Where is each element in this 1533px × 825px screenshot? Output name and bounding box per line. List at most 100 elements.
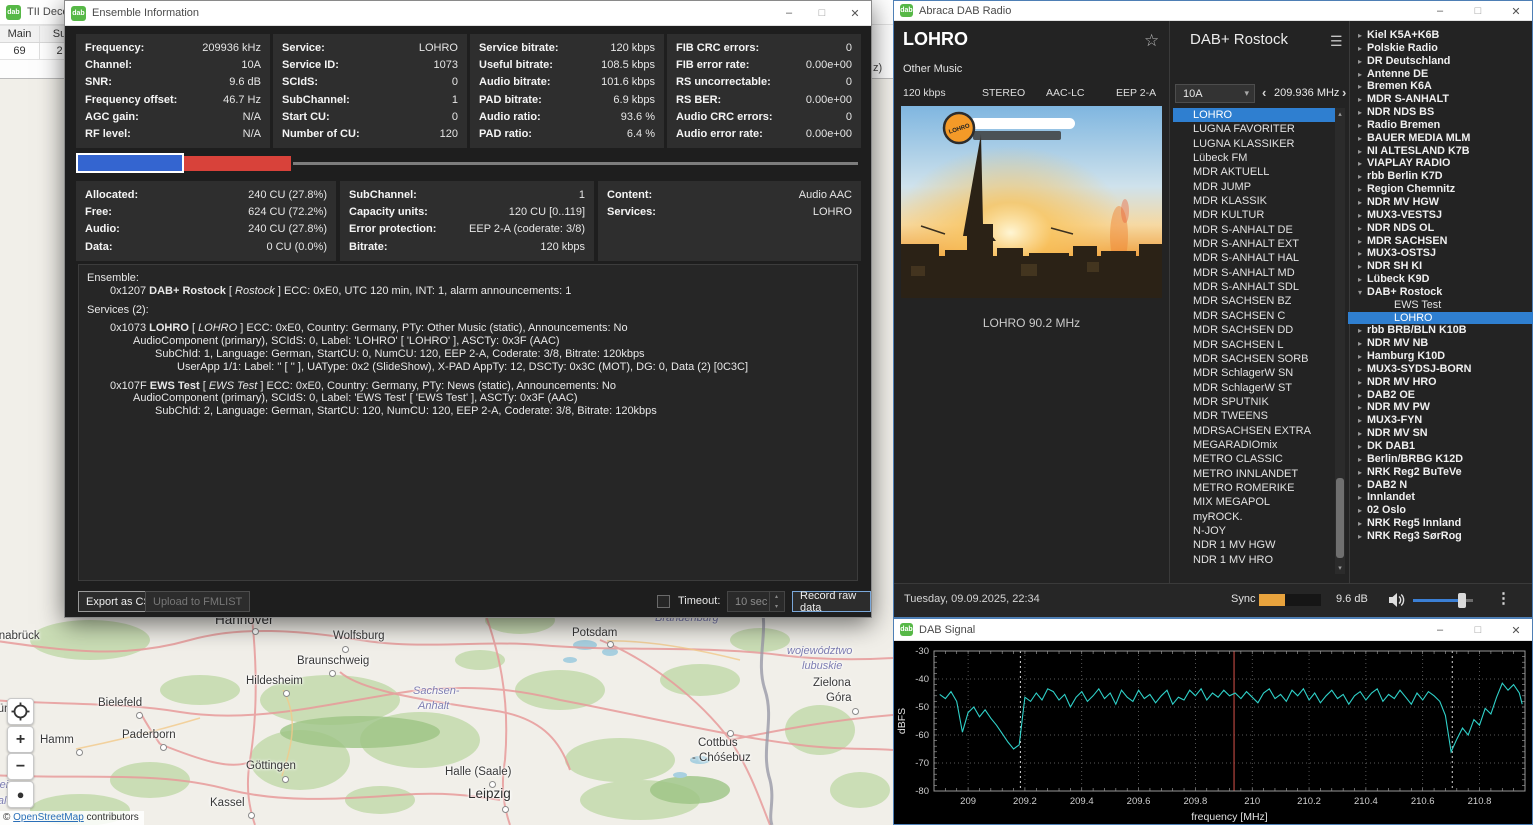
tree-item[interactable]: ▸BAUER MEDIA MLM bbox=[1353, 132, 1533, 145]
speaker-icon[interactable] bbox=[1388, 592, 1405, 613]
tree-item[interactable]: ▸rbb BRB/BLN K10B bbox=[1353, 324, 1533, 337]
tree-item[interactable]: ▸NI ALTESLAND K7B bbox=[1353, 145, 1533, 158]
record-raw-data-button[interactable]: Record raw data bbox=[792, 591, 871, 612]
station-list-item[interactable]: MDR S-ANHALT HAL bbox=[1173, 251, 1335, 265]
signal-close-button[interactable]: ✕ bbox=[1500, 619, 1532, 641]
map-zoom-out-button[interactable]: − bbox=[7, 753, 34, 780]
station-list-item[interactable]: MDR SPUTNIK bbox=[1173, 395, 1335, 409]
volume-slider[interactable] bbox=[1413, 599, 1473, 602]
tree-item[interactable]: ▸Innlandet bbox=[1353, 491, 1533, 504]
station-list-item[interactable]: myROCK. bbox=[1173, 510, 1335, 524]
timeout-checkbox[interactable] bbox=[657, 595, 670, 608]
tree-item[interactable]: ▸NDR NDS OL bbox=[1353, 222, 1533, 235]
map-locate-button[interactable]: ● bbox=[7, 781, 34, 808]
station-list-item[interactable]: Lübeck FM bbox=[1173, 151, 1335, 165]
tree-item[interactable]: ▸Radio Bremen bbox=[1353, 119, 1533, 132]
tree-item[interactable]: ▸02 Oslo bbox=[1353, 504, 1533, 517]
tree-item[interactable]: ▸Bremen K6A bbox=[1353, 80, 1533, 93]
tree-item[interactable]: ▸Polskie Radio bbox=[1353, 42, 1533, 55]
tree-item[interactable]: ▸NDR MV HGW bbox=[1353, 196, 1533, 209]
tree-item[interactable]: ▸MUX3-SYDSJ-BORN bbox=[1353, 363, 1533, 376]
tree-item[interactable]: ▸DAB2 OE bbox=[1353, 389, 1533, 402]
kebab-menu-icon[interactable]: ⋮ bbox=[1496, 589, 1511, 607]
station-list-item[interactable]: MDR SACHSEN C bbox=[1173, 309, 1335, 323]
tree-item[interactable]: ▸DR Deutschland bbox=[1353, 55, 1533, 68]
ensemble-minimize-button[interactable]: – bbox=[773, 1, 805, 25]
tree-item[interactable]: ▸Kiel K5A+K6B bbox=[1353, 29, 1533, 42]
station-list-item[interactable]: MDR S-ANHALT EXT bbox=[1173, 237, 1335, 251]
openstreetmap-link[interactable]: OpenStreetMap bbox=[13, 812, 84, 823]
scroll-up-icon[interactable]: ▴ bbox=[1335, 108, 1345, 120]
tree-item[interactable]: ▸MDR SACHSEN bbox=[1353, 235, 1533, 248]
station-list-item[interactable]: MDRSACHSEN EXTRA bbox=[1173, 424, 1335, 438]
tree-collapsed-icon[interactable]: ▸ bbox=[1353, 531, 1367, 544]
ensemble-maximize-button[interactable]: □ bbox=[806, 1, 838, 25]
station-list-item[interactable]: N-JOY bbox=[1173, 524, 1335, 538]
radio-titlebar[interactable]: dab Abraca DAB Radio – □ ✕ bbox=[894, 1, 1532, 21]
station-list-item[interactable]: MDR JUMP bbox=[1173, 180, 1335, 194]
map-crosshair-button[interactable] bbox=[7, 698, 34, 725]
station-list-item[interactable]: MDR S-ANHALT MD bbox=[1173, 266, 1335, 280]
spin-down-icon[interactable]: ▾ bbox=[770, 602, 783, 612]
tree-item[interactable]: ▸MUX3-FYN bbox=[1353, 414, 1533, 427]
tree-item[interactable]: ▾DAB+ Rostock bbox=[1353, 286, 1533, 299]
tree-item[interactable]: ▸MUX3-VESTSJ bbox=[1353, 209, 1533, 222]
ensemble-close-button[interactable]: ✕ bbox=[839, 1, 871, 25]
station-list-item[interactable]: MIX MEGAPOL bbox=[1173, 495, 1335, 509]
station-list-item[interactable]: MDR SACHSEN DD bbox=[1173, 323, 1335, 337]
tree-item[interactable]: ▸NDR MV PW bbox=[1353, 401, 1533, 414]
station-list-item[interactable]: MDR SchlagerW SN bbox=[1173, 366, 1335, 380]
station-list-item[interactable]: METRO INNLANDET bbox=[1173, 467, 1335, 481]
station-list-item[interactable]: MDR S-ANHALT DE bbox=[1173, 223, 1335, 237]
station-list-item[interactable]: LUGNA FAVORITER bbox=[1173, 122, 1335, 136]
station-list-item[interactable]: NDR 1 MV HGW bbox=[1173, 538, 1335, 552]
scroll-down-icon[interactable]: ▾ bbox=[1335, 562, 1345, 574]
scrollbar-thumb[interactable] bbox=[1336, 478, 1344, 558]
station-list-item[interactable]: LOHRO bbox=[1173, 108, 1335, 122]
tree-item[interactable]: ▸DK DAB1 bbox=[1353, 440, 1533, 453]
volume-handle[interactable] bbox=[1458, 593, 1466, 608]
station-list-item[interactable]: METRO CLASSIC bbox=[1173, 452, 1335, 466]
station-list-item[interactable]: NDR 1 MV HRO bbox=[1173, 553, 1335, 567]
ensemble-tree[interactable]: ▸Kiel K5A+K6B▸Polskie Radio▸DR Deutschla… bbox=[1353, 29, 1533, 543]
tree-item[interactable]: ▸NRK Reg2 BuTeVe bbox=[1353, 466, 1533, 479]
station-list-item[interactable]: MDR TWEENS bbox=[1173, 409, 1335, 423]
radio-minimize-button[interactable]: – bbox=[1424, 1, 1456, 21]
tree-item[interactable]: ▸NDR MV NB bbox=[1353, 337, 1533, 350]
station-list[interactable]: LOHROLUGNA FAVORITERLUGNA KLASSIKERLübec… bbox=[1173, 108, 1335, 574]
station-list-item[interactable]: MDR SACHSEN SORB bbox=[1173, 352, 1335, 366]
station-list-item[interactable]: MDR SchlagerW ST bbox=[1173, 381, 1335, 395]
station-list-item[interactable]: MDR KULTUR bbox=[1173, 208, 1335, 222]
station-list-item[interactable]: MDR KLASSIK bbox=[1173, 194, 1335, 208]
spinner-arrows[interactable]: ▴▾ bbox=[769, 592, 783, 611]
radio-close-button[interactable]: ✕ bbox=[1500, 1, 1532, 21]
station-list-item[interactable]: MDR SACHSEN BZ bbox=[1173, 294, 1335, 308]
tree-item[interactable]: ▸VIAPLAY RADIO bbox=[1353, 157, 1533, 170]
prev-frequency-button[interactable]: ‹ bbox=[1262, 85, 1266, 100]
signal-maximize-button[interactable]: □ bbox=[1462, 619, 1494, 641]
tree-item[interactable]: ▸rbb Berlin K7D bbox=[1353, 170, 1533, 183]
favorite-star-icon[interactable]: ☆ bbox=[1144, 31, 1159, 51]
tree-item[interactable]: ▸MDR S-ANHALT bbox=[1353, 93, 1533, 106]
station-list-item[interactable]: MDR SACHSEN L bbox=[1173, 338, 1335, 352]
ensemble-log[interactable]: Ensemble:0x1207 DAB+ Rostock [ Rostock ]… bbox=[78, 264, 858, 581]
tree-item[interactable]: ▸NDR MV HRO bbox=[1353, 376, 1533, 389]
tree-item[interactable]: ▸NDR SH KI bbox=[1353, 260, 1533, 273]
tree-item[interactable]: ▸NDR NDS BS bbox=[1353, 106, 1533, 119]
channel-dropdown[interactable]: 10A ▾ bbox=[1175, 84, 1255, 103]
tree-item[interactable]: ▸NRK Reg3 SørRog bbox=[1353, 530, 1533, 543]
radio-maximize-button[interactable]: □ bbox=[1462, 1, 1494, 21]
tree-item[interactable]: ▸DAB2 N bbox=[1353, 479, 1533, 492]
station-list-item[interactable]: MDR AKTUELL bbox=[1173, 165, 1335, 179]
next-frequency-button[interactable]: › bbox=[1342, 85, 1346, 100]
upload-fmlist-button[interactable]: Upload to FMLIST bbox=[145, 591, 250, 612]
tree-item[interactable]: ▸Lübeck K9D bbox=[1353, 273, 1533, 286]
tree-item[interactable]: ▸NRK Reg5 Innland bbox=[1353, 517, 1533, 530]
spin-up-icon[interactable]: ▴ bbox=[770, 592, 783, 602]
tree-child-item[interactable]: EWS Test bbox=[1353, 299, 1533, 312]
station-list-item[interactable]: METRO ROMERIKE bbox=[1173, 481, 1335, 495]
station-list-item[interactable]: LUGNA KLASSIKER bbox=[1173, 137, 1335, 151]
station-list-scrollbar[interactable]: ▴ ▾ bbox=[1335, 108, 1345, 574]
tree-item[interactable]: ▸NDR MV SN bbox=[1353, 427, 1533, 440]
station-list-item[interactable]: MDR S-ANHALT SDL bbox=[1173, 280, 1335, 294]
